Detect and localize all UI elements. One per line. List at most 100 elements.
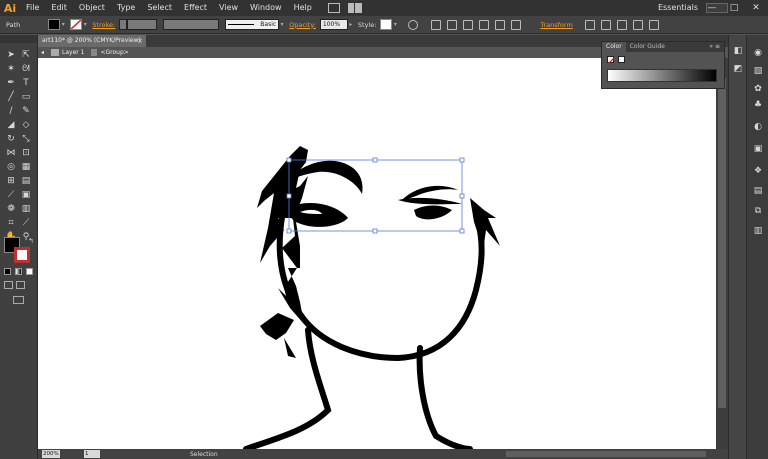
transparency-panel-icon[interactable]: ▣: [752, 143, 764, 155]
reflect-horizontal-icon[interactable]: [584, 19, 595, 30]
reflect-vertical-icon[interactable]: [600, 19, 611, 30]
align-right-icon[interactable]: [463, 19, 474, 30]
width-tool-icon[interactable]: ⋈: [5, 148, 17, 159]
stroke-swatch[interactable]: [70, 19, 83, 30]
rotate-tool-icon[interactable]: ↻: [5, 134, 17, 145]
menu-help[interactable]: Help: [288, 0, 318, 16]
tab-color[interactable]: Color: [602, 42, 626, 52]
shape-builder-tool-icon[interactable]: ◎: [5, 162, 17, 173]
pencil-tool-icon[interactable]: ✎: [20, 106, 32, 117]
eraser-tool-icon[interactable]: ◇: [20, 120, 32, 131]
menu-object[interactable]: Object: [73, 0, 111, 16]
brushes-panel-icon[interactable]: ✿: [752, 83, 764, 95]
screen-mode-icon[interactable]: [13, 296, 24, 304]
artboard-tool-icon[interactable]: ⌗: [5, 218, 17, 229]
layers-panel-icon[interactable]: ❖: [752, 165, 764, 177]
align-top-icon[interactable]: [479, 19, 490, 30]
rectangle-tool-icon[interactable]: ▭: [20, 92, 32, 103]
magic-wand-tool-icon[interactable]: ✶: [5, 64, 17, 75]
direct-selection-tool-icon[interactable]: ⇱: [20, 50, 32, 61]
color-guide-panel-icon[interactable]: ◩: [732, 63, 744, 75]
current-tool-status[interactable]: Selection: [190, 451, 218, 458]
arrange-documents-icon[interactable]: [347, 3, 362, 13]
artboard-canvas[interactable]: [38, 58, 716, 449]
perspective-grid-tool-icon[interactable]: ▦: [20, 162, 32, 173]
menu-view[interactable]: View: [213, 0, 244, 16]
menu-file[interactable]: File: [20, 0, 45, 16]
isolate-group-icon[interactable]: [616, 19, 627, 30]
symbol-sprayer-tool-icon[interactable]: ❁: [5, 204, 17, 215]
stroke-panel-link[interactable]: Stroke:: [88, 21, 119, 29]
draw-normal-icon[interactable]: [4, 281, 13, 289]
fill-swatch[interactable]: [48, 19, 61, 30]
none-mode-icon[interactable]: [26, 268, 33, 275]
mesh-tool-icon[interactable]: ⊞: [5, 176, 17, 187]
style-dropdown-icon[interactable]: ▾: [392, 19, 398, 30]
brush-definition-select[interactable]: Basic: [225, 19, 280, 30]
stroke-weight-field[interactable]: [127, 19, 158, 30]
gradient-mode-icon[interactable]: [15, 268, 22, 275]
white-swatch[interactable]: [618, 56, 625, 63]
menu-window[interactable]: Window: [244, 0, 288, 16]
breadcrumb-layer[interactable]: Layer 1: [59, 49, 87, 56]
graphic-styles-panel-icon[interactable]: ▧: [752, 65, 764, 77]
type-tool-icon[interactable]: T: [20, 78, 32, 89]
stroke-weight-stepper[interactable]: [119, 19, 128, 30]
maximize-button[interactable]: □: [728, 0, 740, 16]
align-middle-icon[interactable]: [495, 19, 506, 30]
vertical-scrollbar[interactable]: [716, 58, 728, 449]
go-to-bridge-icon[interactable]: [327, 3, 340, 13]
back-arrow-icon[interactable]: ◂: [38, 49, 47, 56]
paintbrush-tool-icon[interactable]: ∕: [5, 106, 17, 117]
scale-tool-icon[interactable]: ⤡: [20, 134, 32, 145]
blob-brush-tool-icon[interactable]: ◢: [5, 120, 17, 131]
stroke-color-box[interactable]: [14, 247, 30, 263]
zoom-level-field[interactable]: 200%: [42, 450, 60, 458]
tools-panel-grip[interactable]: [0, 35, 37, 43]
menu-effect[interactable]: Effect: [178, 0, 213, 16]
color-spectrum-ramp[interactable]: [607, 69, 717, 82]
transform-panel-link[interactable]: Transform: [536, 21, 576, 29]
symbols-panel-icon[interactable]: ♣: [752, 99, 764, 111]
free-transform-tool-icon[interactable]: ⊡: [20, 148, 32, 159]
stroke-panel-icon[interactable]: ◐: [752, 121, 764, 133]
pathfinder-panel-icon[interactable]: ⧉: [752, 205, 764, 217]
vertical-scroll-thumb[interactable]: [718, 78, 726, 408]
variable-width-profile[interactable]: [163, 19, 220, 30]
color-mode-icon[interactable]: [4, 268, 11, 275]
close-tab-icon[interactable]: ×: [137, 35, 143, 47]
horizontal-scrollbar[interactable]: [506, 451, 706, 457]
menu-edit[interactable]: Edit: [45, 0, 73, 16]
opacity-field[interactable]: 100%: [319, 19, 348, 30]
document-tab[interactable]: art110* @ 200% (CMYK/Preview) ×: [38, 35, 146, 47]
breadcrumb-group[interactable]: <Group>: [97, 49, 131, 56]
none-swatch[interactable]: [607, 56, 616, 65]
tab-color-guide[interactable]: Color Guide: [626, 42, 669, 52]
artboards-panel-icon[interactable]: ▤: [752, 185, 764, 197]
slice-tool-icon[interactable]: ⟋: [20, 218, 32, 229]
align-panel-icon[interactable]: ▥: [752, 225, 764, 237]
align-center-icon[interactable]: [447, 19, 458, 30]
face-illustration[interactable]: [38, 58, 716, 449]
fill-dropdown-icon[interactable]: ▾: [60, 19, 66, 30]
align-bottom-icon[interactable]: [511, 19, 522, 30]
menu-type[interactable]: Type: [111, 0, 141, 16]
artboard-number-field[interactable]: 1: [84, 450, 100, 458]
draw-behind-icon[interactable]: [16, 281, 25, 289]
control-panel-menu-icon[interactable]: [648, 19, 659, 30]
menu-select[interactable]: Select: [141, 0, 178, 16]
swap-fill-stroke-icon[interactable]: ↰: [28, 237, 34, 245]
align-left-icon[interactable]: [431, 19, 442, 30]
gradient-tool-icon[interactable]: ▤: [20, 176, 32, 187]
close-button[interactable]: ✕: [750, 0, 762, 16]
column-graph-tool-icon[interactable]: ▥: [20, 204, 32, 215]
pen-tool-icon[interactable]: ✒: [5, 78, 17, 89]
minimize-button[interactable]: —: [706, 0, 718, 16]
blend-tool-icon[interactable]: ▣: [20, 190, 32, 201]
lasso-tool-icon[interactable]: ᘛ: [20, 64, 32, 75]
eyedropper-tool-icon[interactable]: ⟋: [5, 190, 17, 201]
graphic-style-swatch[interactable]: [380, 19, 393, 30]
selection-tool-icon[interactable]: ➤: [5, 50, 17, 61]
opacity-panel-link[interactable]: Opacity:: [285, 21, 320, 29]
recolor-artwork-icon[interactable]: [408, 19, 419, 30]
